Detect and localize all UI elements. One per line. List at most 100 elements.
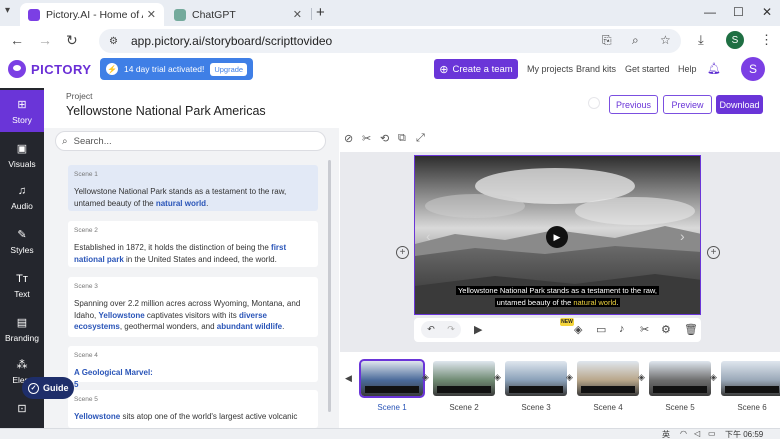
timeline-thumbnail[interactable] — [577, 361, 639, 396]
scene-list-scrollbar[interactable] — [328, 160, 331, 412]
scene-keyword[interactable]: 5 — [74, 380, 78, 389]
timeline-scene-label[interactable]: Scene 4 — [577, 403, 639, 412]
get-started-link[interactable]: Get started — [625, 64, 670, 74]
search-input[interactable] — [73, 135, 304, 147]
notification-bell-icon[interactable]: 🔔︎ — [707, 62, 721, 75]
sidebar-item-visuals[interactable]: ▣ Visuals — [0, 134, 44, 176]
timeline-thumbnail[interactable] — [649, 361, 711, 396]
forward-icon[interactable]: → — [38, 32, 52, 48]
my-projects-link[interactable]: My projects — [527, 64, 573, 74]
scene-keyword[interactable]: abundant wildlife — [217, 322, 282, 331]
user-avatar[interactable]: S — [741, 57, 765, 81]
download-button[interactable]: Download — [716, 95, 763, 114]
copy-icon[interactable]: ⧉ — [398, 132, 406, 145]
reload-icon[interactable]: ↻ — [66, 32, 78, 49]
downloads-icon[interactable]: ⤓ — [698, 32, 704, 48]
timeline-scene-label[interactable]: Scene 5 — [649, 403, 711, 412]
upgrade-button[interactable]: Upgrade — [210, 62, 248, 76]
play-icon[interactable]: ▶ — [546, 226, 568, 248]
previous-button[interactable]: Previous — [609, 95, 658, 114]
scene-text[interactable]: Yellowstone National Park stands as a te… — [74, 186, 312, 209]
brand-kits-link[interactable]: Brand kits — [576, 64, 616, 74]
next-scene-arrow-icon[interactable]: › — [680, 228, 685, 244]
scene-keyword[interactable]: Yellowstone — [74, 412, 120, 421]
help-link[interactable]: Help — [678, 64, 697, 74]
layers-icon[interactable]: ◈ — [566, 372, 577, 383]
hide-icon[interactable]: ⊘ — [344, 132, 353, 145]
scene-keyword[interactable]: natural world — [156, 199, 206, 208]
scene-text[interactable]: Spanning over 2.2 million acres across W… — [74, 298, 312, 333]
create-team-button[interactable]: ⊕ Create a team — [434, 59, 518, 79]
tab-pictory[interactable]: Pictory.AI - Home of AI Vid ✕ — [20, 3, 164, 26]
scene-text[interactable]: Established in 1872, it holds the distin… — [74, 242, 312, 265]
timeline-thumbnail[interactable] — [433, 361, 495, 396]
scene-keyword[interactable]: A Geological Marvel: — [74, 368, 153, 377]
add-scene-before-icon[interactable]: + — [396, 246, 409, 259]
layers-icon[interactable]: ◈ — [710, 372, 721, 383]
add-scene-after-icon[interactable]: + — [707, 246, 720, 259]
scene-card[interactable]: Scene 3 Spanning over 2.2 million acres … — [68, 277, 318, 337]
previous-scene-arrow-icon[interactable]: ‹ — [426, 228, 431, 244]
caption-icon[interactable]: ▭ — [596, 323, 606, 336]
install-app-icon[interactable]: ⎘ — [602, 33, 612, 48]
maximize-icon[interactable]: ☐ — [733, 5, 744, 19]
zoom-icon[interactable]: ⌕ — [632, 33, 639, 48]
project-title[interactable]: Yellowstone National Park Americas Natu — [66, 104, 266, 120]
tab-search-icon[interactable]: ▾ — [5, 5, 10, 16]
back-icon[interactable]: ← — [10, 32, 24, 48]
replay-icon[interactable]: ⟲ — [380, 132, 389, 145]
scissors-icon[interactable]: ✂ — [640, 323, 649, 336]
scene-text[interactable]: A Geological Marvel: 5 — [74, 367, 312, 390]
fullscreen-icon[interactable]: ⤢ — [416, 132, 425, 145]
layers-icon[interactable]: ◈ — [422, 372, 433, 383]
preview-button[interactable]: Preview — [663, 95, 712, 114]
sidebar-item-story[interactable]: ⊞ Story — [0, 90, 44, 132]
scene-card[interactable]: Scene 1 Yellowstone National Park stands… — [68, 165, 318, 211]
bookmark-star-icon[interactable]: ☆ — [660, 33, 671, 47]
timeline-scene-label[interactable]: Scene 1 — [361, 403, 423, 412]
close-window-icon[interactable]: ✕ — [762, 5, 772, 19]
sidebar-item-text[interactable]: Tт Text — [0, 264, 44, 306]
timeline-scene-label[interactable]: Scene 2 — [433, 403, 495, 412]
layers-icon[interactable]: ◈ — [494, 372, 505, 383]
site-settings-icon[interactable]: ⚙ — [109, 36, 121, 47]
redo-icon[interactable]: ↷ — [447, 324, 455, 335]
scene-search[interactable]: ⌕ — [55, 131, 326, 151]
timeline-thumbnail[interactable] — [721, 361, 780, 396]
scene-text[interactable]: Yellowstone sits atop one of the world's… — [74, 411, 312, 423]
play-scene-icon[interactable]: ▶ — [474, 323, 482, 336]
timeline-left-arrow-icon[interactable]: ◀ — [345, 373, 352, 384]
layers-icon[interactable]: ◈ — [574, 323, 582, 336]
battery-icon[interactable]: ▭ — [708, 429, 716, 438]
menu-kebab-icon[interactable]: ⋮ — [760, 32, 773, 48]
scene-card[interactable]: Scene 4 A Geological Marvel: 5 — [68, 346, 318, 389]
tab-chatgpt[interactable]: ChatGPT ✕ — [166, 3, 310, 26]
microphone-icon[interactable]: ♪ — [619, 323, 625, 335]
volume-icon[interactable]: ◁ — [694, 429, 700, 438]
close-tab-icon[interactable]: ✕ — [293, 8, 302, 21]
timeline-scene-label[interactable]: Scene 6 — [721, 403, 780, 412]
wifi-icon[interactable]: ◠ — [680, 429, 687, 438]
close-tab-icon[interactable]: ✕ — [147, 8, 156, 21]
settings-gear-icon[interactable]: ⚙ — [661, 323, 671, 336]
timeline-thumbnail[interactable] — [505, 361, 567, 396]
address-bar[interactable]: ⚙ app.pictory.ai/storyboard/scripttovide… — [99, 29, 681, 53]
minimize-icon[interactable]: — — [704, 5, 716, 19]
scene-keyword[interactable]: Yellowstone — [98, 311, 144, 320]
sidebar-item-audio[interactable]: ♫ Audio — [0, 176, 44, 218]
ime-indicator[interactable]: 英 — [662, 429, 670, 439]
new-tab-icon[interactable]: + — [316, 4, 325, 21]
undo-icon[interactable]: ↶ — [427, 324, 435, 335]
sidebar-item-branding[interactable]: ▤ Branding — [0, 308, 44, 350]
guide-button[interactable]: ✓ Guide — [22, 377, 74, 399]
scene-card[interactable]: Scene 2 Established in 1872, it holds th… — [68, 221, 318, 267]
trash-icon[interactable]: 🗑︎ — [684, 323, 698, 336]
scissors-icon[interactable]: ✂ — [362, 132, 371, 145]
timeline-thumbnail[interactable] — [359, 359, 425, 398]
layers-icon[interactable]: ◈ — [638, 372, 649, 383]
browser-profile-avatar[interactable]: S — [726, 31, 744, 49]
sidebar-item-styles[interactable]: ✎ Styles — [0, 220, 44, 262]
timeline-scene-label[interactable]: Scene 3 — [505, 403, 567, 412]
pictory-logo[interactable]: PICTORY — [8, 60, 92, 78]
scene-card[interactable]: Scene 5 Yellowstone sits atop one of the… — [68, 390, 318, 428]
